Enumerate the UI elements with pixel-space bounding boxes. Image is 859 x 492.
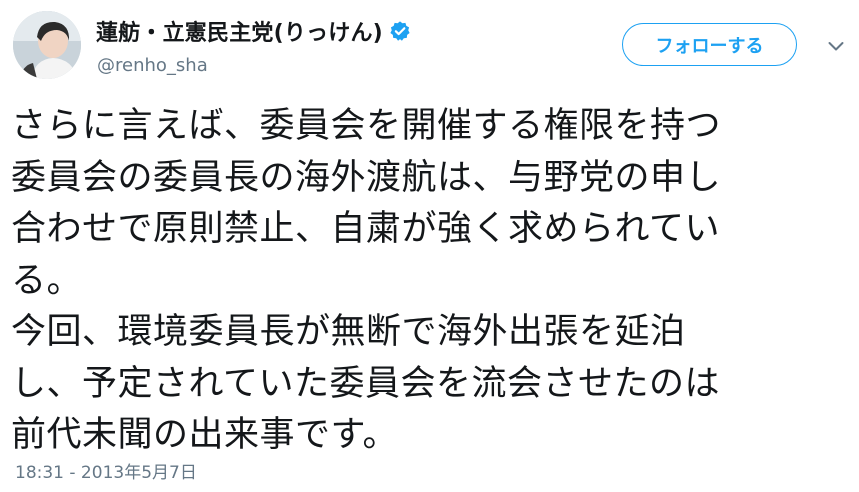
verified-badge-icon bbox=[389, 20, 411, 42]
author-handle[interactable]: @renho_sha bbox=[97, 55, 208, 76]
tweet-card: 蓮舫・立憲民主党(りっけん) @renho_sha フォローする さらに言えば、… bbox=[0, 0, 859, 492]
author-name-row[interactable]: 蓮舫・立憲民主党(りっけん) bbox=[96, 15, 411, 47]
follow-button[interactable]: フォローする bbox=[622, 23, 797, 66]
chevron-down-icon[interactable] bbox=[827, 37, 845, 55]
avatar[interactable] bbox=[13, 11, 81, 79]
avatar-image bbox=[13, 11, 81, 79]
tweet-timestamp[interactable]: 18:31 - 2013年5月7日 bbox=[15, 458, 197, 483]
tweet-text: さらに言えば、委員会を開催する権限を持つ 委員会の委員長の海外渡航は、与野党の申… bbox=[11, 106, 722, 455]
author-display-name[interactable]: 蓮舫・立憲民主党(りっけん) bbox=[96, 15, 383, 47]
